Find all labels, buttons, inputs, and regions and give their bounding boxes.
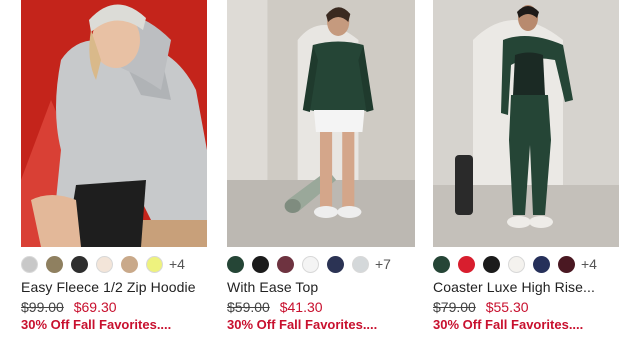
color-swatch[interactable] (46, 255, 63, 273)
color-swatch[interactable] (252, 255, 269, 273)
product-card[interactable]: +4 Easy Fleece 1/2 Zip Hoodie $99.00 $69… (21, 0, 207, 362)
sale-price: $69.30 (73, 299, 117, 315)
product-name[interactable]: Easy Fleece 1/2 Zip Hoodie (21, 279, 207, 295)
more-colors-link[interactable]: +4 (581, 255, 597, 273)
sale-price: $55.30 (485, 299, 529, 315)
product-card[interactable]: +7 With Ease Top $59.00 $41.30 30% Off F… (227, 0, 415, 362)
color-swatch[interactable] (302, 255, 319, 273)
color-swatch[interactable] (483, 255, 500, 273)
color-swatch[interactable] (558, 255, 575, 273)
color-swatch[interactable] (71, 255, 88, 273)
more-colors-link[interactable]: +7 (375, 255, 391, 273)
product-name[interactable]: With Ease Top (227, 279, 415, 295)
more-colors-link[interactable]: +4 (169, 255, 185, 273)
color-swatch[interactable] (146, 255, 163, 273)
color-swatch[interactable] (21, 255, 38, 273)
promo-badge[interactable]: 30% Off Fall Favorites.... (227, 317, 377, 332)
color-swatch[interactable] (277, 255, 294, 273)
product-card[interactable]: +4 Coaster Luxe High Rise... $79.00 $55.… (433, 0, 619, 362)
color-swatch[interactable] (327, 255, 344, 273)
product-image[interactable] (227, 0, 415, 247)
original-price: $99.00 (21, 299, 64, 315)
product-name[interactable]: Coaster Luxe High Rise... (433, 279, 619, 295)
price-row: $79.00 $55.30 (433, 299, 529, 315)
price-row: $59.00 $41.30 (227, 299, 323, 315)
color-swatch[interactable] (433, 255, 450, 273)
color-swatches: +4 (21, 255, 185, 273)
price-row: $99.00 $69.30 (21, 299, 117, 315)
product-image[interactable] (433, 0, 619, 247)
color-swatch[interactable] (533, 255, 550, 273)
color-swatches: +4 (433, 255, 597, 273)
sale-price: $41.30 (279, 299, 323, 315)
color-swatch[interactable] (96, 255, 113, 273)
promo-badge[interactable]: 30% Off Fall Favorites.... (21, 317, 171, 332)
original-price: $59.00 (227, 299, 270, 315)
product-image[interactable] (21, 0, 207, 247)
color-swatches: +7 (227, 255, 391, 273)
original-price: $79.00 (433, 299, 476, 315)
color-swatch[interactable] (508, 255, 525, 273)
promo-badge[interactable]: 30% Off Fall Favorites.... (433, 317, 583, 332)
color-swatch[interactable] (458, 255, 475, 273)
color-swatch[interactable] (227, 255, 244, 273)
color-swatch[interactable] (352, 255, 369, 273)
color-swatch[interactable] (121, 255, 138, 273)
